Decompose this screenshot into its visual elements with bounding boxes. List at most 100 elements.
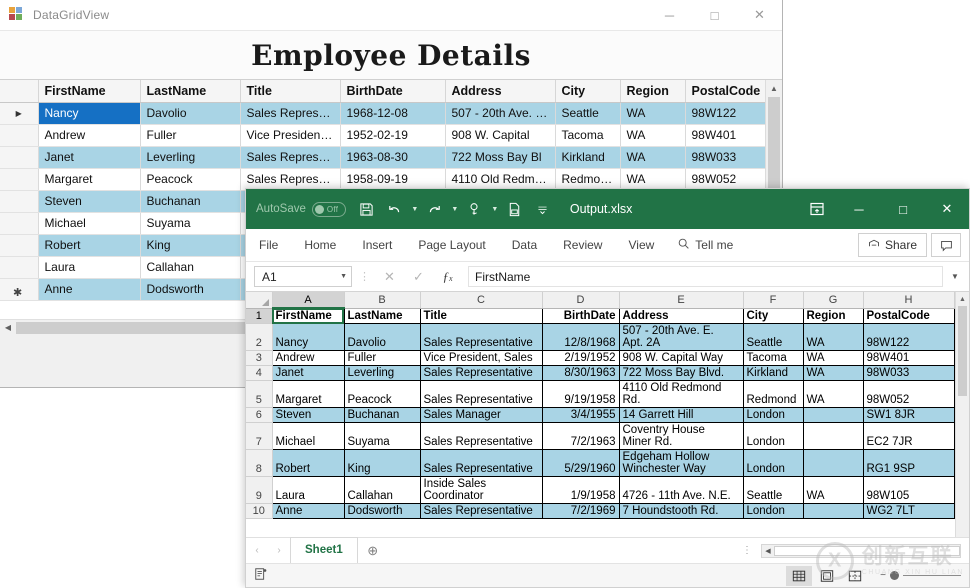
cell-address[interactable]: 908 W. Capital bbox=[445, 124, 556, 147]
xl-cell-B8[interactable]: King bbox=[343, 449, 421, 477]
worksheet-row[interactable]: 1 FirstName LastName Title BirthDate Address C… bbox=[246, 307, 955, 324]
cell-firstname[interactable]: Margaret bbox=[38, 168, 141, 191]
worksheet-row[interactable]: 9 Laura Callahan Inside Sales Coordinator 1/… bbox=[246, 476, 955, 504]
xl-cell-G7[interactable] bbox=[802, 422, 864, 450]
excel-vertical-scrollbar[interactable]: ▲ bbox=[955, 292, 969, 537]
xl-cell-E8[interactable]: Edgeham Hollow Winchester Way bbox=[618, 449, 744, 477]
tab-data[interactable]: Data bbox=[499, 229, 550, 262]
excel-minimize-icon[interactable]: ─ bbox=[837, 189, 881, 229]
row-header-9[interactable]: 9 bbox=[246, 476, 273, 504]
xl-cell-F6[interactable]: London bbox=[742, 407, 804, 423]
tab-page-layout[interactable]: Page Layout bbox=[405, 229, 498, 262]
xl-cell-F9[interactable]: Seattle bbox=[742, 476, 804, 504]
xl-cell-C4[interactable]: Sales Representative bbox=[419, 365, 543, 381]
cell-lastname[interactable]: Dodsworth bbox=[140, 278, 241, 301]
col-header-c[interactable]: C bbox=[420, 292, 543, 309]
cell-lastname[interactable]: Callahan bbox=[140, 256, 241, 279]
cell-firstname[interactable]: Robert bbox=[38, 234, 141, 257]
xl-cell-C3[interactable]: Vice President, Sales bbox=[419, 350, 543, 366]
cell-region[interactable]: WA bbox=[620, 146, 686, 169]
xl-cell-G6[interactable] bbox=[802, 407, 864, 423]
xl-cell-D7[interactable]: 7/2/1963 bbox=[541, 422, 620, 450]
sheet-prev-icon[interactable]: ‹ bbox=[246, 545, 268, 556]
cell-firstname[interactable]: Steven bbox=[38, 190, 141, 213]
select-all-corner[interactable] bbox=[246, 292, 273, 309]
xl-cell-F10[interactable]: London bbox=[742, 503, 804, 519]
xl-cell-F4[interactable]: Kirkland bbox=[742, 365, 804, 381]
cell-firstname[interactable]: Andrew bbox=[38, 124, 141, 147]
cell-lastname[interactable]: Davolio bbox=[140, 102, 241, 125]
col-header-f[interactable]: F bbox=[743, 292, 804, 309]
xl-cell-E1[interactable]: Address bbox=[618, 307, 744, 324]
tab-review[interactable]: Review bbox=[550, 229, 615, 262]
xl-cell-F8[interactable]: London bbox=[742, 449, 804, 477]
chevron-down-icon[interactable]: ▼ bbox=[947, 272, 963, 281]
row-selector-cell[interactable]: ▶ bbox=[0, 102, 39, 125]
touch-mode-dropdown-icon[interactable]: ▼ bbox=[490, 206, 500, 213]
zoom-out-icon[interactable]: − bbox=[880, 570, 886, 581]
xl-cell-A1[interactable]: FirstName bbox=[271, 307, 345, 324]
xl-cell-E2[interactable]: 507 - 20th Ave. E. Apt. 2A bbox=[618, 323, 744, 351]
col-header-address[interactable]: Address bbox=[445, 80, 556, 103]
row-selector-cell[interactable] bbox=[0, 212, 39, 235]
cell-city[interactable]: Kirkland bbox=[555, 146, 621, 169]
maximize-icon[interactable]: □ bbox=[692, 0, 737, 31]
scroll-up-icon[interactable]: ▲ bbox=[766, 80, 782, 97]
cell-lastname[interactable]: Buchanan bbox=[140, 190, 241, 213]
excel-close-icon[interactable]: ✕ bbox=[925, 189, 969, 229]
row-selector-cell[interactable] bbox=[0, 168, 39, 191]
worksheet-row[interactable]: 4 Janet Leverling Sales Representative 8/30/… bbox=[246, 365, 955, 381]
cell-firstname[interactable]: Nancy bbox=[38, 102, 141, 125]
xl-cell-A4[interactable]: Janet bbox=[271, 365, 345, 381]
xl-cell-G5[interactable]: WA bbox=[802, 380, 864, 408]
xl-cell-A6[interactable]: Steven bbox=[271, 407, 345, 423]
sheet-next-icon[interactable]: › bbox=[268, 545, 290, 556]
cell-birthdate[interactable]: 1952-02-19 bbox=[340, 124, 446, 147]
worksheet-row[interactable]: 10 Anne Dodsworth Sales Representative 7/2/1… bbox=[246, 503, 955, 519]
accessibility-icon[interactable] bbox=[254, 567, 268, 584]
xl-cell-E10[interactable]: 7 Houndstooth Rd. bbox=[618, 503, 744, 519]
xl-cell-D4[interactable]: 8/30/1963 bbox=[541, 365, 620, 381]
cell-city[interactable]: Redmond bbox=[555, 168, 621, 191]
xl-cell-D5[interactable]: 9/19/1958 bbox=[541, 380, 620, 408]
cell-lastname[interactable]: Peacock bbox=[140, 168, 241, 191]
cell-firstname[interactable]: Michael bbox=[38, 212, 141, 235]
row-header-4[interactable]: 4 bbox=[246, 365, 273, 381]
xl-cell-E7[interactable]: Coventry House Miner Rd. bbox=[618, 422, 744, 450]
cell-region[interactable]: WA bbox=[620, 102, 686, 125]
xl-cell-H8[interactable]: RG1 9SP bbox=[862, 449, 955, 477]
xl-cell-G8[interactable] bbox=[802, 449, 864, 477]
xl-cell-F7[interactable]: London bbox=[742, 422, 804, 450]
worksheet-row[interactable]: 6 Steven Buchanan Sales Manager 3/4/1955 14 G… bbox=[246, 407, 955, 423]
page-break-view-icon[interactable] bbox=[842, 566, 868, 586]
cell-birthdate[interactable]: 1958-09-19 bbox=[340, 168, 446, 191]
xl-cell-D2[interactable]: 12/8/1968 bbox=[541, 323, 620, 351]
xl-cell-D10[interactable]: 7/2/1969 bbox=[541, 503, 620, 519]
col-header-firstname[interactable]: FirstName bbox=[38, 80, 141, 103]
cell-city[interactable]: Tacoma bbox=[555, 124, 621, 147]
xl-cell-A3[interactable]: Andrew bbox=[271, 350, 345, 366]
xl-cell-A10[interactable]: Anne bbox=[271, 503, 345, 519]
cell-title[interactable]: Sales Represent... bbox=[240, 168, 341, 191]
xl-cell-B4[interactable]: Leverling bbox=[343, 365, 421, 381]
tell-me-search[interactable]: Tell me bbox=[667, 237, 733, 253]
tab-view[interactable]: View bbox=[615, 229, 667, 262]
fx-icon[interactable]: ƒx bbox=[435, 269, 460, 285]
cell-firstname[interactable]: Anne bbox=[38, 278, 141, 301]
xl-cell-B1[interactable]: LastName bbox=[343, 307, 421, 324]
row-header-10[interactable]: 10 bbox=[246, 503, 273, 519]
row-selector-cell[interactable] bbox=[0, 146, 39, 169]
cell-birthdate[interactable]: 1963-08-30 bbox=[340, 146, 446, 169]
zoom-slider-knob[interactable] bbox=[890, 571, 899, 580]
excel-horizontal-scrollbar[interactable]: ◀ bbox=[761, 543, 961, 558]
xl-cell-C2[interactable]: Sales Representative bbox=[419, 323, 543, 351]
col-header-birthdate[interactable]: BirthDate bbox=[340, 80, 446, 103]
xl-cell-A2[interactable]: Nancy bbox=[271, 323, 345, 351]
xl-cell-H10[interactable]: WG2 7LT bbox=[862, 503, 955, 519]
row-header-7[interactable]: 7 bbox=[246, 422, 273, 450]
table-row[interactable]: Margaret Peacock Sales Represent... 1958-09… bbox=[0, 168, 781, 191]
worksheet-row[interactable]: 2 Nancy Davolio Sales Representative 12/8/19… bbox=[246, 323, 955, 351]
cell-address[interactable]: 507 - 20th Ave. E... bbox=[445, 102, 556, 125]
row-selector-cell[interactable] bbox=[0, 234, 39, 257]
xl-cell-C8[interactable]: Sales Representative bbox=[419, 449, 543, 477]
